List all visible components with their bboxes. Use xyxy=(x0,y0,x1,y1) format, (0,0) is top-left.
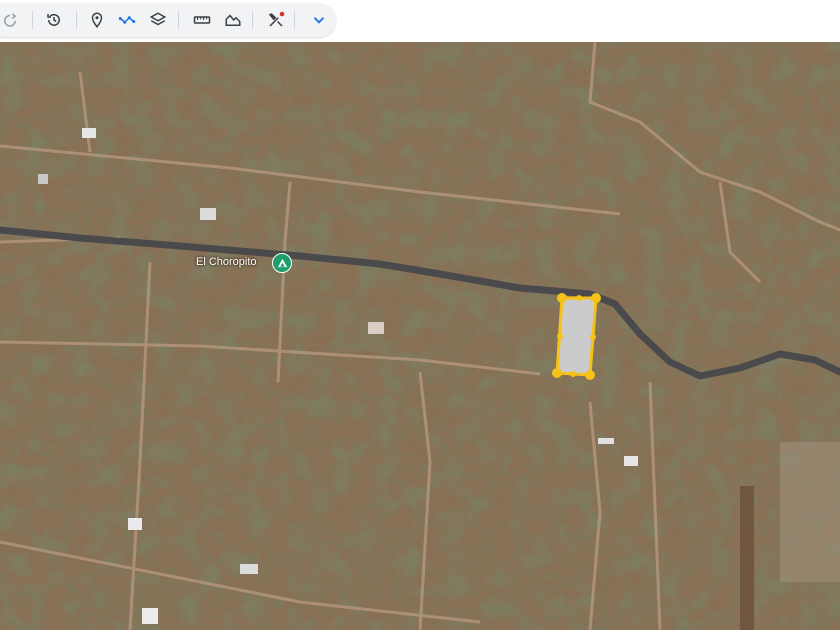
notification-dot xyxy=(279,11,285,17)
park-icon xyxy=(277,258,287,267)
layers-button[interactable] xyxy=(146,8,170,32)
path-icon xyxy=(118,16,136,24)
add-placemark-button[interactable] xyxy=(85,8,109,32)
top-bar xyxy=(0,0,840,42)
layers-icon xyxy=(149,12,167,26)
history-icon xyxy=(47,13,60,26)
place-label[interactable]: El Choropito xyxy=(196,256,257,268)
toolbar-divider xyxy=(76,11,77,29)
more-button[interactable] xyxy=(307,8,331,32)
placemark-icon xyxy=(91,12,103,28)
polygon-vertex[interactable] xyxy=(585,370,595,380)
polygon-midpoint[interactable] xyxy=(557,333,563,339)
historical-imagery-button[interactable] xyxy=(42,8,66,32)
polygon-midpoint[interactable] xyxy=(590,334,596,340)
polygon-midpoint[interactable] xyxy=(576,295,582,301)
redo-icon xyxy=(4,13,17,27)
ruler-icon xyxy=(193,16,211,24)
polygon-midpoint[interactable] xyxy=(570,371,576,377)
redo-button[interactable] xyxy=(0,8,22,32)
elevation-icon xyxy=(225,14,241,26)
elevation-profile-button[interactable] xyxy=(221,8,245,32)
polygon-vertex[interactable] xyxy=(557,293,567,303)
tools-button[interactable] xyxy=(264,8,288,32)
map-toolbar xyxy=(0,3,336,37)
place-marker[interactable] xyxy=(272,253,292,273)
satellite-imagery xyxy=(0,42,840,630)
polygon-vertex[interactable] xyxy=(591,293,601,303)
toolbar-divider xyxy=(32,11,33,29)
toolbar-divider xyxy=(178,11,179,29)
toolbar-divider xyxy=(252,11,253,29)
toolbar-divider xyxy=(294,11,295,29)
tools-icon xyxy=(268,11,285,27)
measure-button[interactable] xyxy=(190,8,214,32)
polygon-vertex[interactable] xyxy=(552,368,562,378)
add-path-button[interactable] xyxy=(115,8,139,32)
satellite-map[interactable]: El Choropito xyxy=(0,42,840,630)
chevron-down-icon xyxy=(313,17,325,24)
